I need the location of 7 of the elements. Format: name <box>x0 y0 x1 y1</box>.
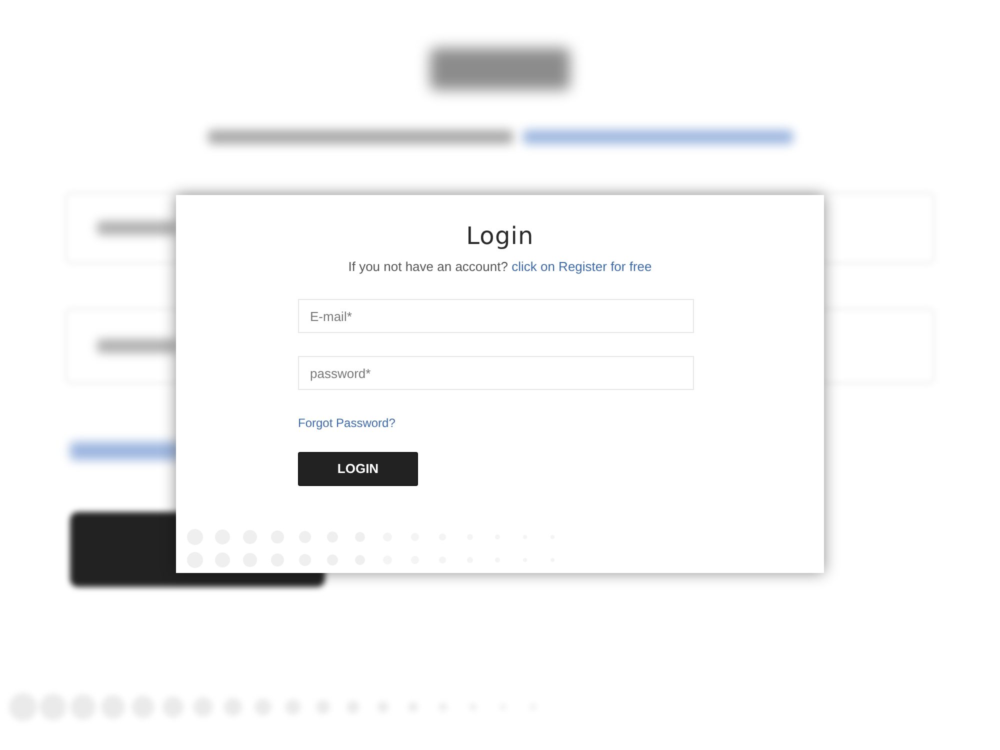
register-prompt: If you not have an account? click on Register for free <box>348 258 652 276</box>
modal-title: Login <box>466 221 534 251</box>
input-field[interactable]: password* <box>298 356 694 390</box>
login-button[interactable]: LOGIN <box>298 452 418 486</box>
forgot-password-link[interactable]: Forgot Password? <box>298 414 396 432</box>
input-field[interactable]: E-mail* <box>298 299 694 333</box>
register-link[interactable]: click on Register for free <box>512 259 652 274</box>
